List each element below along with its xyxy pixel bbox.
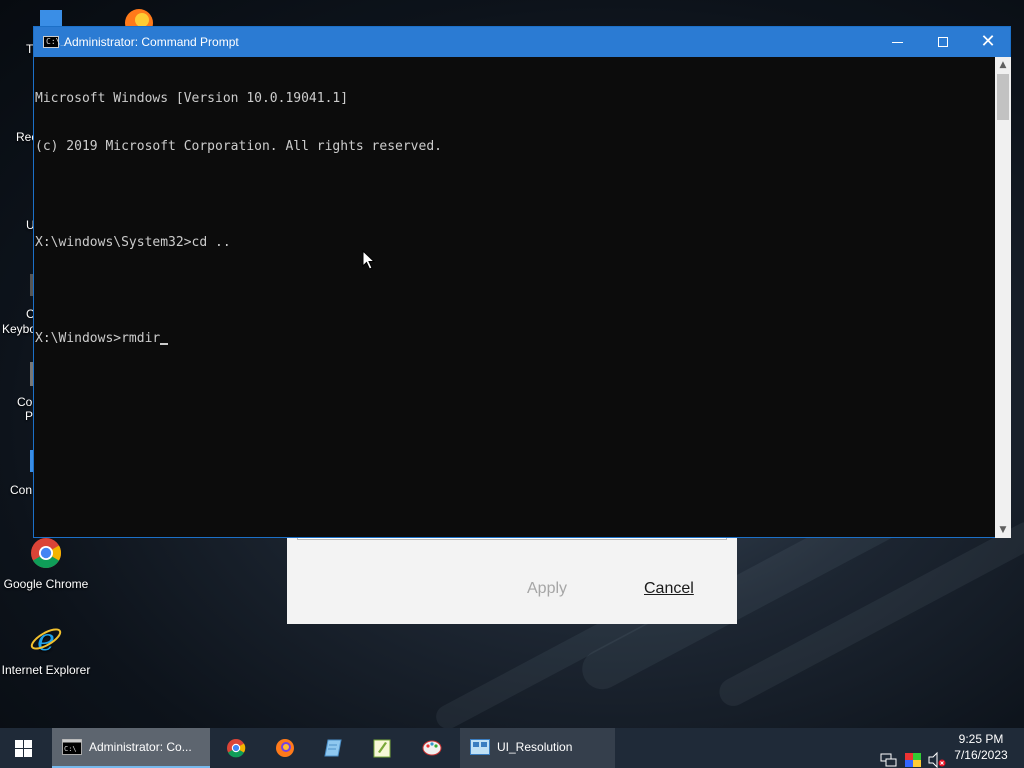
desktop-icon-label: Google Chrome (3, 577, 89, 591)
firefox-icon (276, 739, 294, 757)
taskbar-pin-paint[interactable] (408, 728, 456, 768)
color-icon[interactable] (904, 740, 922, 768)
scroll-down-arrow-icon[interactable]: ▼ (995, 522, 1011, 538)
clock-time: 9:25 PM (958, 732, 1004, 746)
close-button[interactable]: ✕ (965, 27, 1011, 57)
taskbar-pin-chrome[interactable] (212, 728, 260, 768)
notepad-icon (324, 739, 342, 757)
apply-button[interactable]: Apply (527, 580, 567, 598)
taskbar-pin-notepad[interactable] (310, 728, 358, 768)
desktop-label-partial: P (25, 409, 34, 423)
close-icon: ✕ (980, 31, 996, 52)
firefox-desktop-icon[interactable] (122, 6, 156, 28)
windows-logo-icon (15, 740, 33, 757)
desktop-icon-label: Internet Explorer (1, 663, 91, 677)
desktop-label-partial: Con (10, 483, 33, 497)
ui-resolution-app-icon (470, 739, 490, 755)
console-line: X:\windows\System32>cd .. (35, 235, 231, 250)
window-titlebar[interactable]: C:\_ Administrator: Command Prompt ✕ (34, 27, 1010, 57)
console-output[interactable]: Microsoft Windows [Version 10.0.19041.1]… (34, 57, 995, 538)
desktop-label-partial: Keybo (2, 322, 37, 336)
chrome-icon (227, 739, 246, 758)
taskbar: C:\ Administrator: Co... UI_Resolution 9… (0, 728, 1024, 768)
desktop-icon-internet-explorer[interactable]: e Internet Explorer (0, 622, 92, 677)
cmd-app-icon[interactable]: C:\_ (43, 36, 65, 48)
ui-resolution-dialog: Apply Cancel (287, 537, 737, 624)
console-line: (c) 2019 Microsoft Corporation. All righ… (35, 139, 442, 154)
command-prompt-window[interactable]: C:\_ Administrator: Command Prompt ✕ Mic… (33, 26, 1011, 538)
taskbar-app-label: UI_Resolution (497, 740, 573, 754)
maximize-icon (938, 37, 948, 47)
taskbar-app-label: Administrator: Co... (89, 740, 192, 754)
minimize-button[interactable] (874, 27, 920, 57)
internet-explorer-icon: e (30, 623, 62, 658)
clock-date: 7/16/2023 (954, 748, 1008, 762)
console-input-line[interactable]: X:\Windows>rmdir (35, 331, 995, 347)
window-title: Administrator: Command Prompt (64, 35, 239, 49)
scroll-up-arrow-icon[interactable]: ▲ (995, 57, 1011, 73)
this-pc-icon[interactable] (40, 8, 62, 28)
text-cursor (160, 343, 169, 345)
start-button[interactable] (0, 728, 48, 768)
notepadpp-icon (373, 739, 391, 758)
taskbar-app-cmd[interactable]: C:\ Administrator: Co... (52, 728, 210, 768)
desktop-icon-chrome[interactable]: Google Chrome (0, 536, 92, 591)
taskbar-app-ui-resolution[interactable]: UI_Resolution (460, 728, 615, 768)
cancel-button[interactable]: Cancel (644, 580, 694, 598)
mouse-pointer-icon (362, 250, 376, 270)
maximize-button[interactable] (920, 27, 966, 57)
minimize-icon (891, 41, 903, 43)
network-icon[interactable] (880, 740, 898, 768)
svg-text:e: e (37, 623, 55, 656)
desktop-label-partial: Co (17, 395, 33, 409)
taskbar-pin-firefox[interactable] (261, 728, 309, 768)
paint-icon (422, 740, 442, 756)
taskbar-pin-notepadpp[interactable] (358, 728, 406, 768)
clock[interactable]: 9:25 PM 7/16/2023 (944, 731, 1018, 763)
scrollbar-thumb[interactable] (997, 74, 1009, 120)
cmd-icon: C:\ (62, 739, 82, 755)
vertical-scrollbar[interactable]: ▲ ▼ (995, 57, 1011, 538)
svg-text:C:\: C:\ (64, 745, 77, 753)
console-current-command: X:\Windows>rmdir (35, 331, 161, 346)
chrome-icon (31, 538, 62, 569)
console-line: Microsoft Windows [Version 10.0.19041.1] (35, 91, 349, 106)
